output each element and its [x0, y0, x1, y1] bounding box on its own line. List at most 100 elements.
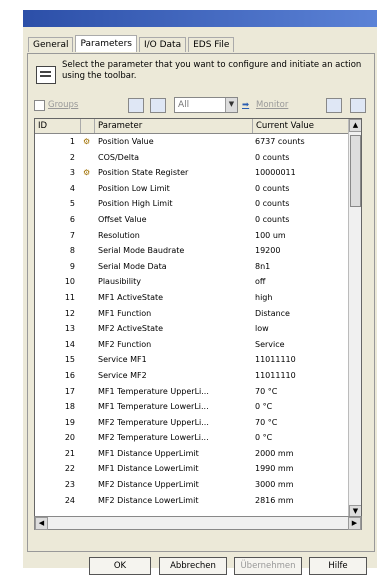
table-row[interactable]: 21 MF1 Distance UpperLimit 2000 mm: [35, 446, 361, 462]
network-icon[interactable]: [326, 98, 342, 113]
row-id: 14: [64, 339, 75, 349]
header-id[interactable]: ID: [35, 119, 81, 133]
cancel-button[interactable]: Abbrechen: [159, 557, 227, 575]
table-body: 1 Position Value 6737 counts ⚙ 2 COS/Delta 0 c…: [35, 134, 361, 508]
table-row[interactable]: 14 MF2 Function Service: [35, 337, 361, 353]
row-current-value: 70 °C: [255, 417, 278, 427]
row-id: 5: [69, 199, 75, 209]
tab-strip: General Parameters I/O Data EDS File: [28, 35, 236, 53]
row-current-value: 0 counts: [255, 183, 290, 193]
row-current-value: 0 counts: [255, 152, 290, 162]
table-header: ID Parameter Current Value: [35, 119, 361, 134]
row-current-value: 2000 mm: [255, 448, 294, 458]
tab-eds-file[interactable]: EDS File: [188, 37, 235, 52]
header-lock-icon[interactable]: [81, 119, 95, 133]
table-row[interactable]: 18 MF1 Temperature LowerLi... 0 °C: [35, 399, 361, 415]
row-current-value: 2816 mm: [255, 495, 294, 505]
horizontal-scrollbar[interactable]: ◀ ▶: [34, 516, 362, 530]
table-row[interactable]: 2 COS/Delta 0 counts: [35, 150, 361, 166]
row-parameter-name: MF1 Distance LowerLimit: [98, 464, 199, 474]
lock-icon: ⚙: [83, 137, 91, 146]
table-row[interactable]: 4 Position Low Limit 0 counts: [35, 181, 361, 197]
filter-value: All: [178, 100, 190, 110]
row-current-value: off: [255, 277, 266, 287]
vertical-scrollbar[interactable]: ▲ ▼: [348, 119, 361, 517]
table-row[interactable]: 3 Position State Register 10000011 ⚙: [35, 165, 361, 181]
properties-dialog: General Parameters I/O Data EDS File Sel…: [23, 27, 377, 575]
row-parameter-name: Service MF1: [98, 355, 147, 365]
download-icon[interactable]: [128, 98, 144, 113]
row-parameter-name: MF1 Temperature UpperLi...: [98, 386, 209, 396]
table-row[interactable]: 19 MF2 Temperature UpperLi... 70 °C: [35, 415, 361, 431]
row-id: 3: [69, 168, 75, 178]
row-current-value: 10000011: [255, 168, 296, 178]
row-parameter-name: MF2 Function: [98, 339, 152, 349]
row-id: 4: [69, 183, 75, 193]
row-current-value: Service: [255, 339, 285, 349]
scroll-thumb[interactable]: [350, 135, 361, 207]
table-row[interactable]: 17 MF1 Temperature UpperLi... 70 °C: [35, 384, 361, 400]
row-parameter-name: Offset Value: [98, 214, 147, 224]
row-id: 21: [64, 448, 75, 458]
window-title-bar: [23, 10, 377, 27]
row-parameter-name: MF2 Distance LowerLimit: [98, 495, 199, 505]
row-id: 12: [64, 308, 75, 318]
table-row[interactable]: 10 Plausibility off: [35, 274, 361, 290]
row-current-value: 1990 mm: [255, 464, 294, 474]
row-id: 10: [64, 277, 75, 287]
table-row[interactable]: 15 Service MF1 11011110: [35, 352, 361, 368]
help-button[interactable]: Hilfe: [309, 557, 367, 575]
groups-label: Groups: [48, 100, 79, 110]
table-row[interactable]: 6 Offset Value 0 counts: [35, 212, 361, 228]
scroll-right-icon[interactable]: ▶: [348, 517, 361, 530]
table-row[interactable]: 7 Resolution 100 um: [35, 228, 361, 244]
arrow-right-icon: ➡: [242, 100, 250, 110]
table-row[interactable]: 23 MF2 Distance UpperLimit 3000 mm: [35, 477, 361, 493]
filter-select[interactable]: All ▼: [174, 97, 238, 113]
row-current-value: 0 counts: [255, 199, 290, 209]
ok-button[interactable]: OK: [89, 557, 151, 575]
row-id: 11: [64, 292, 75, 302]
tab-io-data[interactable]: I/O Data: [138, 37, 187, 52]
table-row[interactable]: 22 MF1 Distance LowerLimit 1990 mm: [35, 461, 361, 477]
header-current-value[interactable]: Current Value: [253, 119, 349, 133]
table-row[interactable]: 5 Position High Limit 0 counts: [35, 196, 361, 212]
row-current-value: low: [255, 324, 269, 334]
settings-icon[interactable]: [350, 98, 366, 113]
table-row[interactable]: 1 Position Value 6737 counts ⚙: [35, 134, 361, 150]
table-row[interactable]: 12 MF1 Function Distance: [35, 306, 361, 322]
row-current-value: 100 um: [255, 230, 286, 240]
tab-parameters[interactable]: Parameters: [75, 35, 137, 52]
header-parameter[interactable]: Parameter: [95, 119, 253, 133]
parameter-table: ID Parameter Current Value 1 Position Val…: [34, 118, 362, 518]
chevron-down-icon[interactable]: ▼: [225, 98, 237, 112]
table-row[interactable]: 13 MF2 ActiveState low: [35, 321, 361, 337]
row-parameter-name: MF1 Distance UpperLimit: [98, 448, 199, 458]
scroll-up-icon[interactable]: ▲: [349, 119, 361, 132]
row-parameter-name: Service MF2: [98, 370, 147, 380]
upload-icon[interactable]: [150, 98, 166, 113]
tab-general[interactable]: General: [28, 37, 74, 52]
apply-button[interactable]: Übernehmen: [234, 557, 302, 575]
scroll-left-icon[interactable]: ◀: [35, 517, 48, 530]
toolbar: Groups All ▼ ➡ Monitor: [34, 96, 368, 114]
row-id: 16: [64, 370, 75, 380]
row-id: 22: [64, 464, 75, 474]
row-id: 13: [64, 324, 75, 334]
table-row[interactable]: 16 Service MF2 11011110: [35, 368, 361, 384]
monitor-button[interactable]: Monitor: [256, 100, 288, 110]
row-id: 24: [64, 495, 75, 505]
table-row[interactable]: 24 MF2 Distance LowerLimit 2816 mm: [35, 493, 361, 509]
row-parameter-name: Position High Limit: [98, 199, 173, 209]
row-id: 15: [64, 355, 75, 365]
row-current-value: 3000 mm: [255, 480, 294, 490]
table-row[interactable]: 20 MF2 Temperature LowerLi... 0 °C: [35, 430, 361, 446]
row-parameter-name: Position Low Limit: [98, 183, 170, 193]
row-parameter-name: MF1 Function: [98, 308, 152, 318]
groups-checkbox[interactable]: [34, 100, 45, 111]
row-parameter-name: COS/Delta: [98, 152, 139, 162]
table-row[interactable]: 9 Serial Mode Data 8n1: [35, 259, 361, 275]
table-row[interactable]: 11 MF1 ActiveState high: [35, 290, 361, 306]
table-row[interactable]: 8 Serial Mode Baudrate 19200: [35, 243, 361, 259]
row-parameter-name: Resolution: [98, 230, 140, 240]
